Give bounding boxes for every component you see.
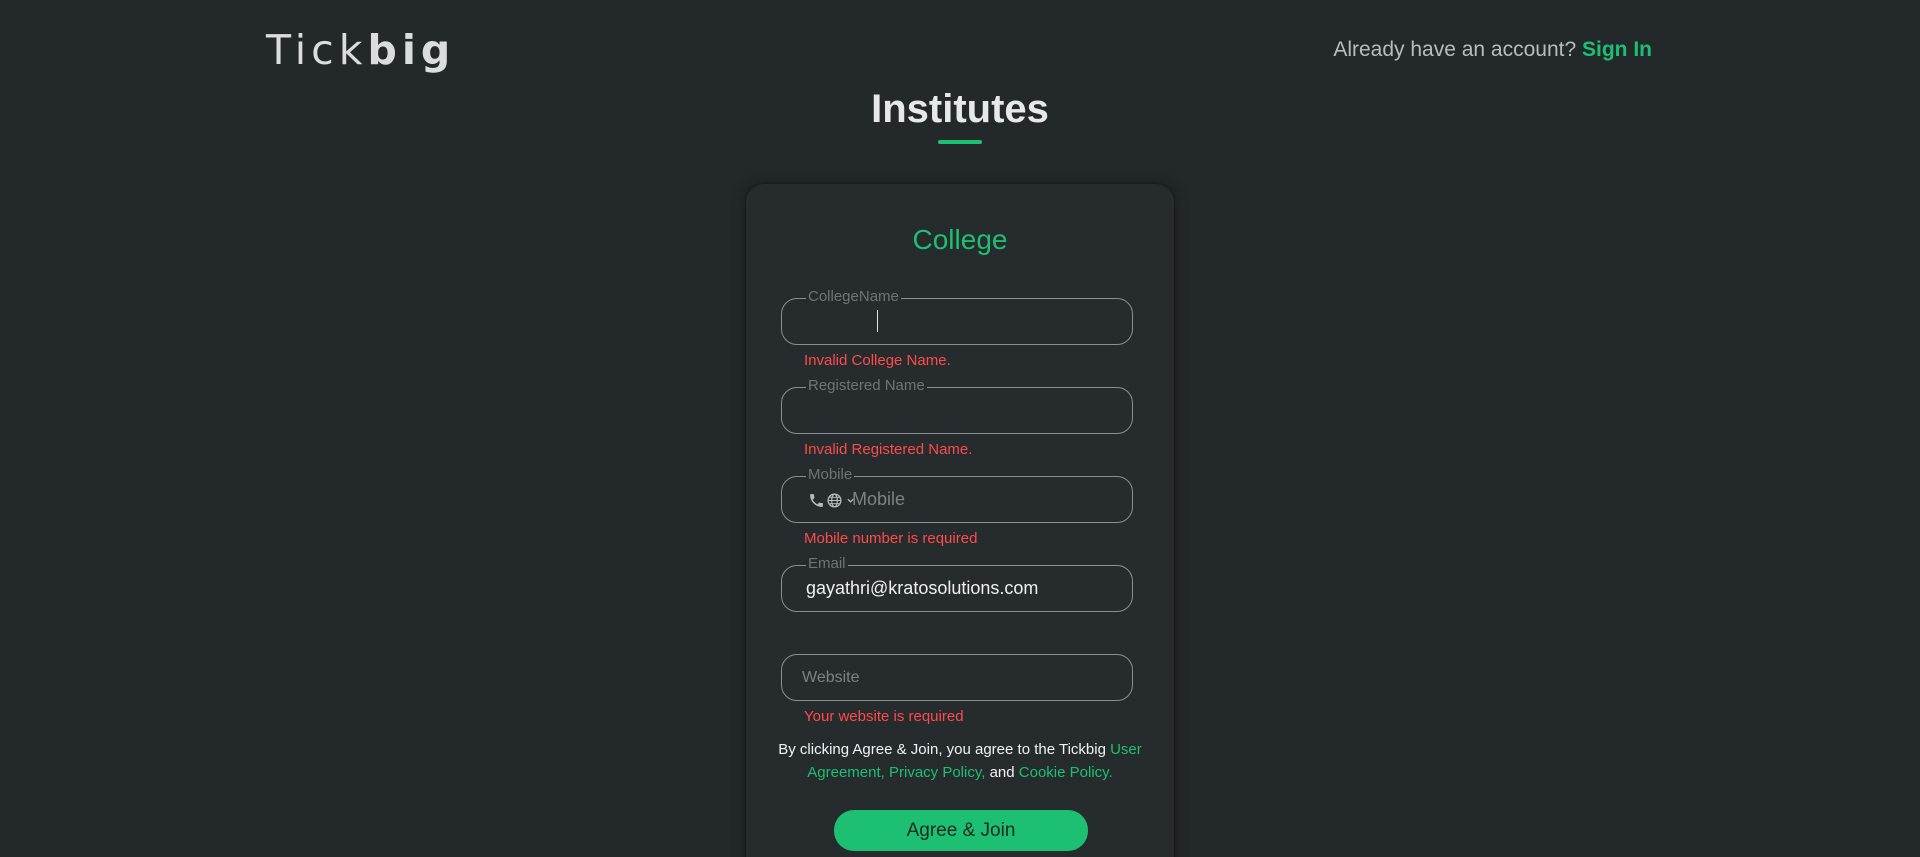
page: Tickbig Already have an account? Sign In… bbox=[0, 0, 1920, 857]
phone-icon bbox=[810, 493, 823, 507]
college-name-error: Invalid College Name. bbox=[804, 352, 951, 369]
signup-card: College CollegeName Invalid College Name… bbox=[746, 184, 1174, 857]
signin-link[interactable]: Sign In bbox=[1582, 38, 1652, 61]
mobile-field[interactable]: Mobile bbox=[781, 467, 1133, 523]
globe-icon bbox=[827, 492, 842, 508]
website-input[interactable] bbox=[802, 655, 1118, 700]
website-field[interactable] bbox=[781, 654, 1133, 701]
text-caret bbox=[877, 310, 878, 332]
mobile-input[interactable] bbox=[852, 477, 1118, 522]
website-error: Your website is required bbox=[804, 708, 964, 725]
terms-text: By clicking Agree & Join, you agree to t… bbox=[776, 738, 1144, 784]
title-underline bbox=[938, 140, 982, 144]
email-input[interactable] bbox=[806, 566, 1118, 611]
terms-and: and bbox=[989, 764, 1015, 781]
page-title: Institutes bbox=[871, 87, 1049, 131]
terms-prefix: By clicking Agree & Join, you agree to t… bbox=[778, 741, 1106, 758]
cookie-policy-link[interactable]: Cookie Policy. bbox=[1019, 764, 1113, 781]
mobile-legend: Mobile bbox=[806, 466, 855, 483]
brand-logo[interactable]: Tickbig bbox=[266, 24, 455, 76]
email-field[interactable]: Email bbox=[781, 556, 1133, 612]
signin-prompt: Already have an account? bbox=[1333, 38, 1577, 61]
mobile-error: Mobile number is required bbox=[804, 530, 978, 547]
registered-name-error: Invalid Registered Name. bbox=[804, 441, 973, 458]
registered-name-field[interactable]: Registered Name bbox=[781, 378, 1133, 434]
privacy-policy-link[interactable]: Privacy Policy, bbox=[889, 764, 985, 781]
brand-logo-bold: big bbox=[367, 26, 456, 74]
signin-prompt-row: Already have an account? Sign In bbox=[1333, 38, 1652, 62]
form-title: College bbox=[912, 224, 1008, 255]
country-code-selector[interactable] bbox=[808, 490, 855, 510]
college-name-input[interactable] bbox=[806, 299, 1118, 344]
registered-name-input[interactable] bbox=[806, 388, 1118, 433]
college-name-field[interactable]: CollegeName bbox=[781, 289, 1133, 345]
brand-logo-light: Tick bbox=[266, 26, 368, 74]
agree-join-button[interactable]: Agree & Join bbox=[834, 810, 1088, 851]
